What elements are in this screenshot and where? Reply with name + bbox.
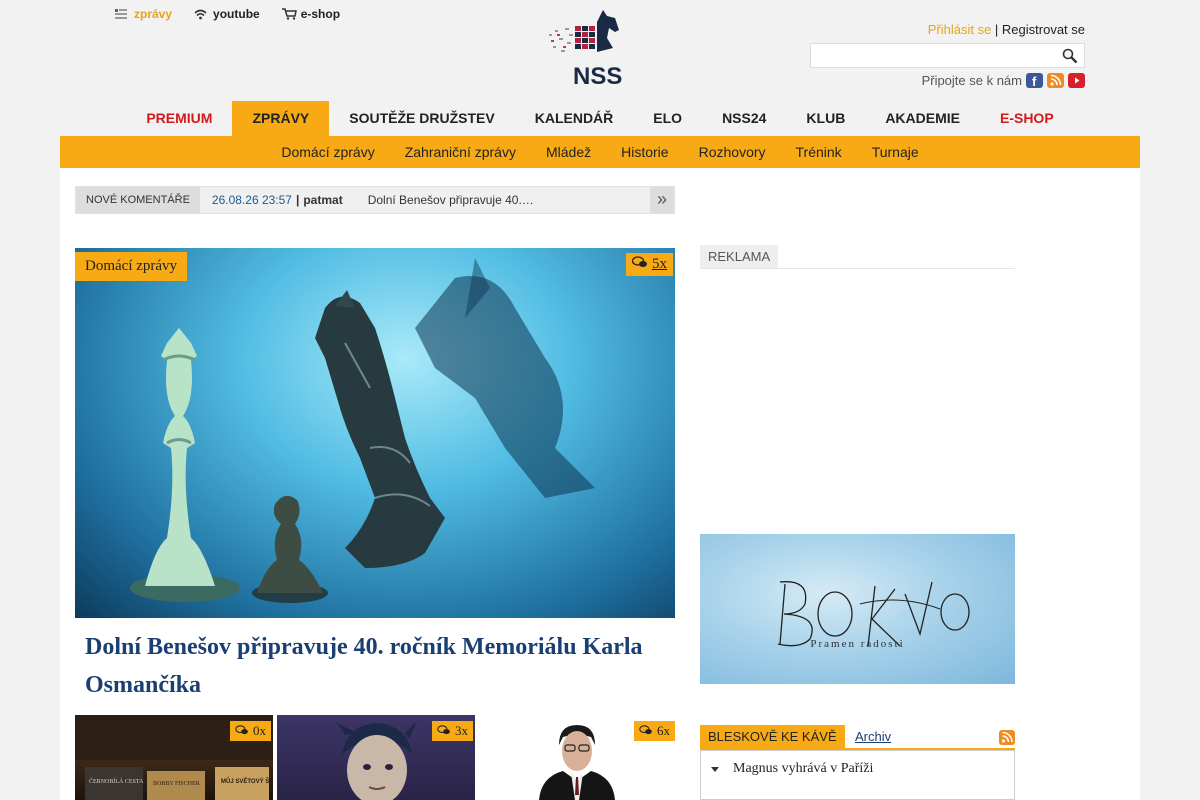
- blesk-item[interactable]: Magnus vyhrává v Paříži: [711, 761, 873, 777]
- blesk-header: BLESKOVĚ KE KÁVĚ Archiv: [700, 725, 1015, 750]
- sub-nav: Domácí zprávy Zahraniční zprávy Mládež H…: [60, 136, 1140, 168]
- search-icon[interactable]: [1062, 48, 1078, 69]
- comments-more-button[interactable]: »: [650, 187, 674, 213]
- auth-separator: |: [991, 22, 1002, 37]
- hero-category-tag[interactable]: Domácí zprávy: [75, 252, 188, 281]
- thumb-comment-badge[interactable]: 3x: [432, 721, 473, 741]
- thumb-comment-count: 3x: [455, 723, 468, 738]
- blesk-archive-link[interactable]: Archiv: [855, 729, 891, 744]
- blesk-item-label: Magnus vyhrává v Paříži: [733, 761, 874, 776]
- svg-text:f: f: [1032, 74, 1037, 88]
- nav-elo[interactable]: ELO: [633, 101, 702, 136]
- top-link-eshop[interactable]: e-shop: [281, 7, 341, 21]
- new-comments-ticker: NOVÉ KOMENTÁŘE 26.08.26 23:57 | patmat D…: [75, 186, 675, 214]
- nav-premium[interactable]: PREMIUM: [126, 101, 232, 136]
- comment-date[interactable]: 26.08.26 23:57: [212, 193, 292, 207]
- ad-banner-subtitle: Pramen radosti: [810, 638, 905, 650]
- book-title-3: MŮJ SVĚTOVÝ ŠACH: [221, 777, 273, 785]
- subnav-domaci-zpravy[interactable]: Domácí zprávy: [266, 136, 389, 168]
- hero-comment-badge[interactable]: 5x: [626, 253, 673, 276]
- wifi-icon: [194, 8, 208, 20]
- news-icon: [115, 8, 129, 20]
- subnav-zahranicni-zpravy[interactable]: Zahraniční zprávy: [390, 136, 531, 168]
- nss-logo[interactable]: NSS: [545, 8, 627, 90]
- hero-comment-count: 5x: [652, 256, 667, 272]
- thumb-article-1[interactable]: ČERNOBÍLÁ CESTA BOBBY FISCHER MŮJ SVĚTOV…: [75, 715, 273, 800]
- caret-down-icon: [711, 766, 719, 772]
- youtube-icon[interactable]: [1068, 73, 1085, 88]
- main-nav: PREMIUM ZPRÁVY SOUTĚŽE DRUŽSTEV KALENDÁŘ…: [60, 101, 1140, 136]
- login-link[interactable]: Přihlásit se: [928, 22, 992, 37]
- connect-label: Připojte se k nám: [921, 73, 1022, 88]
- subnav-trenink[interactable]: Trénink: [781, 136, 857, 168]
- top-link-label: youtube: [213, 7, 260, 21]
- thumb-comment-count: 0x: [253, 723, 266, 738]
- register-link[interactable]: Registrovat se: [1002, 22, 1085, 37]
- thumb-comment-badge[interactable]: 0x: [230, 721, 271, 741]
- hero-article-image[interactable]: Domácí zprávy 5x: [75, 248, 675, 618]
- cart-icon: [281, 8, 297, 20]
- book-title-1: ČERNOBÍLÁ CESTA: [89, 777, 144, 785]
- hero-headline[interactable]: Dolní Benešov připravuje 40. ročník Memo…: [85, 628, 655, 704]
- nav-nss24[interactable]: NSS24: [702, 101, 786, 136]
- rss-icon[interactable]: [999, 730, 1015, 750]
- nav-eshop[interactable]: E-SHOP: [980, 101, 1074, 136]
- comment-icon: [639, 723, 653, 739]
- subnav-rozhovory[interactable]: Rozhovory: [684, 136, 781, 168]
- subnav-turnaje[interactable]: Turnaje: [857, 136, 934, 168]
- thumb-comment-badge[interactable]: 6x: [634, 721, 675, 741]
- subnav-historie[interactable]: Historie: [606, 136, 683, 168]
- rss-icon[interactable]: [1047, 73, 1064, 88]
- comment-icon: [235, 723, 249, 739]
- logo-text: NSS: [573, 63, 622, 88]
- social-connect: Připojte se k nám f: [921, 73, 1085, 89]
- search-input[interactable]: [810, 43, 1085, 68]
- ad-label: REKLAMA: [700, 245, 779, 268]
- top-links: zprávy youtube e-shop: [115, 7, 362, 21]
- thumb-comment-count: 6x: [657, 723, 670, 738]
- comments-label: NOVÉ KOMENTÁŘE: [76, 187, 200, 213]
- nav-souteze-druzstev[interactable]: SOUTĚŽE DRUŽSTEV: [329, 101, 514, 136]
- subnav-mladez[interactable]: Mládež: [531, 136, 606, 168]
- top-link-zpravy[interactable]: zprávy: [115, 7, 172, 21]
- comment-user[interactable]: patmat: [303, 193, 342, 207]
- top-link-youtube[interactable]: youtube: [194, 7, 260, 21]
- comment-icon: [437, 723, 451, 739]
- ad-divider: [700, 268, 1015, 269]
- auth-links: Přihlásit se | Registrovat se: [928, 22, 1085, 37]
- blesk-list: Magnus vyhrává v Paříži: [700, 750, 1015, 800]
- blesk-tab[interactable]: BLESKOVĚ KE KÁVĚ: [700, 725, 845, 748]
- nav-zpravy[interactable]: ZPRÁVY: [232, 101, 330, 136]
- chess-pieces-image: [130, 258, 595, 603]
- bokvo-logo: [777, 581, 970, 647]
- book-title-2: BOBBY FISCHER: [153, 781, 200, 787]
- thumb-article-3[interactable]: 6x: [479, 715, 677, 800]
- top-link-label: zprávy: [134, 7, 173, 21]
- comment-text[interactable]: Dolní Benešov připravuje 40.…: [368, 193, 534, 207]
- ad-banner-bokvo[interactable]: Pramen radosti: [700, 534, 1015, 684]
- facebook-icon[interactable]: f: [1026, 73, 1043, 89]
- top-link-label: e-shop: [300, 7, 341, 21]
- nav-akademie[interactable]: AKADEMIE: [865, 101, 980, 136]
- comment-icon: [631, 256, 648, 273]
- nav-klub[interactable]: KLUB: [786, 101, 865, 136]
- nav-kalendar[interactable]: KALENDÁŘ: [515, 101, 634, 136]
- thumb-article-2[interactable]: 3x: [277, 715, 475, 800]
- comment-separator: |: [295, 193, 300, 207]
